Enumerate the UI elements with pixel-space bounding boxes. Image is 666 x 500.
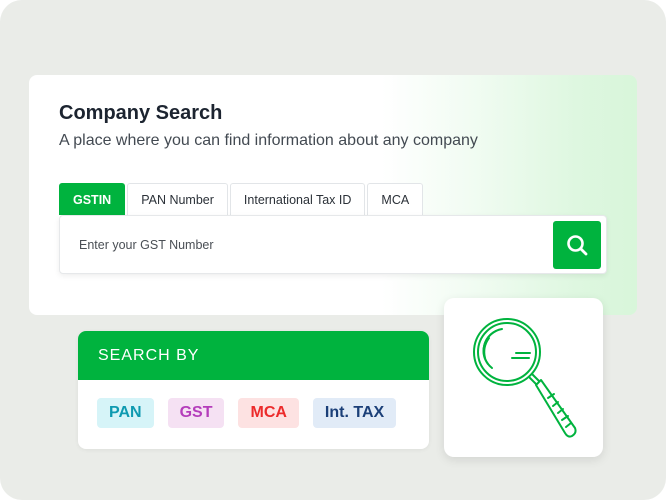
canvas: Company Search A place where you can fin… (0, 0, 666, 500)
page-title: Company Search (59, 102, 223, 124)
search-by-card: SEARCH BY PAN GST MCA Int. TAX (78, 331, 429, 449)
gst-number-input[interactable] (60, 216, 540, 273)
magnifying-glass-icon (473, 318, 577, 438)
page-subtitle: A place where you can find information a… (59, 132, 478, 149)
search-icon (567, 235, 588, 256)
search-box (59, 215, 607, 274)
magnifier-illustration-card (444, 298, 603, 457)
tab-mca[interactable]: MCA (367, 183, 424, 215)
chip-int-tax[interactable]: Int. TAX (312, 398, 397, 428)
tab-international-tax-id[interactable]: International Tax ID (229, 183, 366, 215)
search-button[interactable] (553, 221, 601, 269)
tab-pan-number[interactable]: PAN Number (127, 183, 228, 215)
tab-gstin[interactable]: GSTIN (59, 183, 126, 215)
search-by-chips: PAN GST MCA Int. TAX (97, 398, 397, 428)
company-search-card: Company Search A place where you can fin… (29, 75, 637, 315)
chip-mca[interactable]: MCA (238, 398, 299, 428)
chip-gst[interactable]: GST (167, 398, 225, 428)
chip-pan[interactable]: PAN (97, 398, 154, 428)
search-by-header: SEARCH BY (78, 331, 429, 380)
search-type-tabs: GSTIN PAN Number International Tax ID MC… (59, 183, 424, 215)
